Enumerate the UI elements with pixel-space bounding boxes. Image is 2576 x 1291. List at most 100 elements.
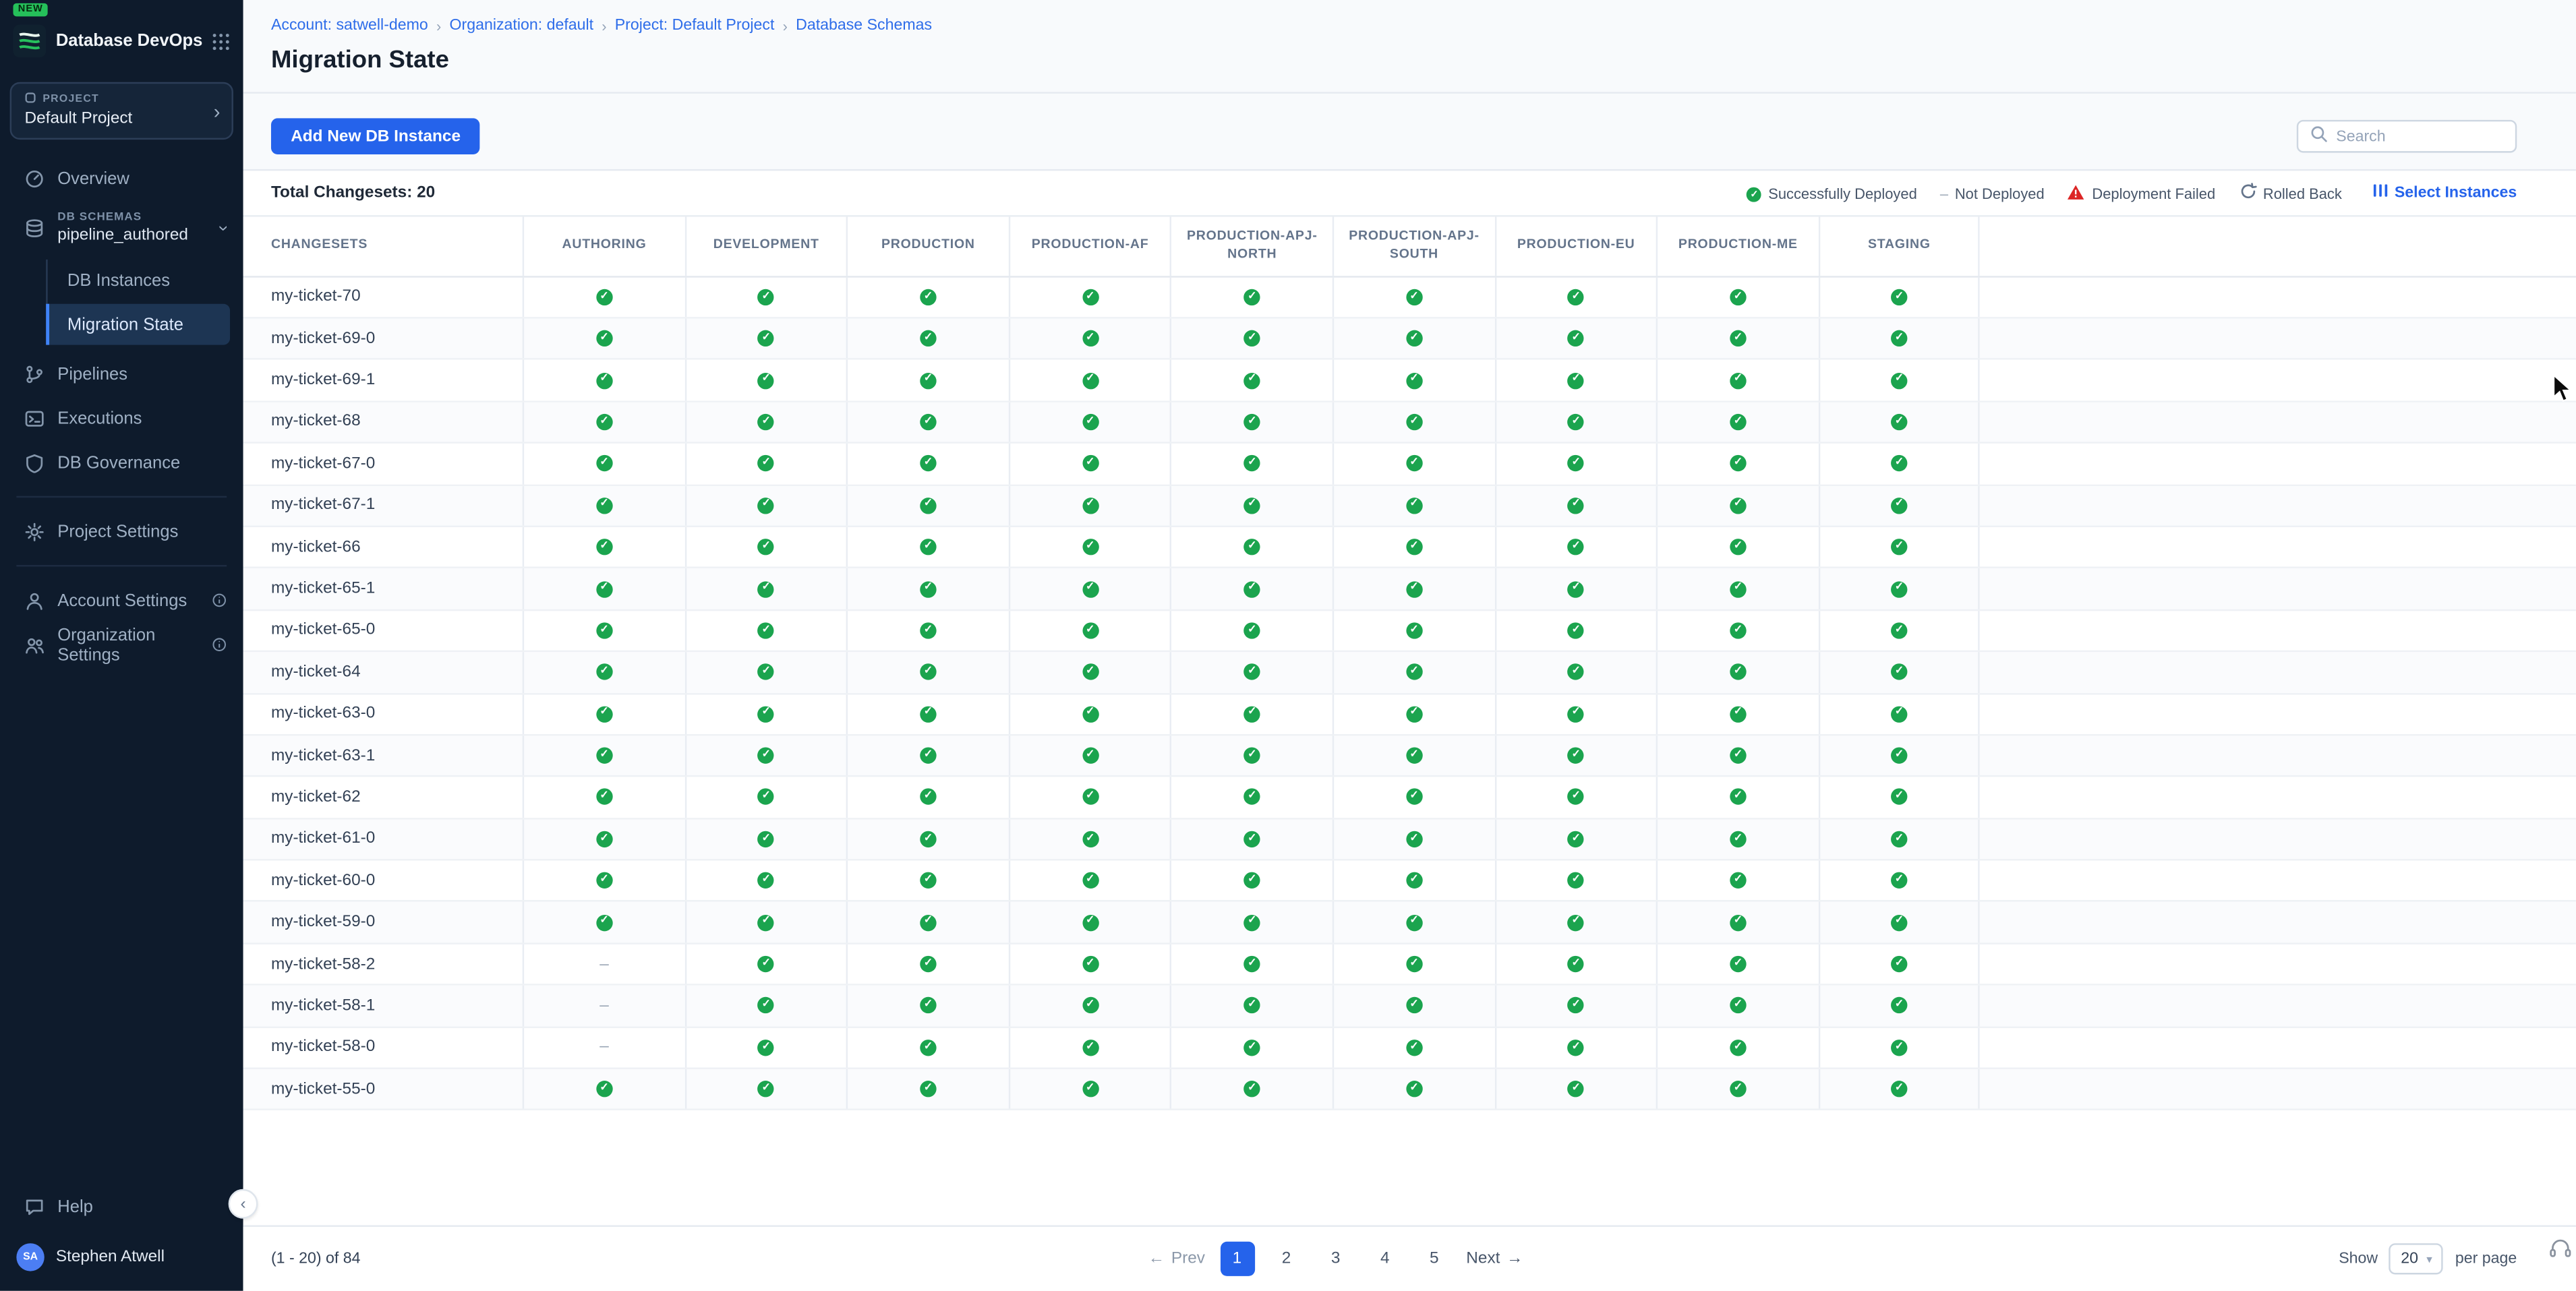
page-button-5[interactable]: 5 — [1417, 1242, 1451, 1276]
status-cell: ✓ — [1494, 569, 1656, 609]
sidebar-item-account-settings[interactable]: Account Settings — [0, 578, 243, 623]
deployed-check-icon: ✓ — [1891, 1040, 1907, 1056]
deployed-check-icon: ✓ — [596, 872, 612, 889]
table-body: my-ticket-70✓✓✓✓✓✓✓✓✓my-ticket-69-0✓✓✓✓✓… — [243, 277, 2576, 1111]
sidebar-item-pipelines[interactable]: Pipelines — [0, 351, 243, 396]
deployed-check-icon: ✓ — [1568, 414, 1584, 430]
sidebar-item-db-governance[interactable]: DB Governance — [0, 440, 243, 485]
status-cell: ✓ — [1656, 569, 1818, 609]
table-row: my-ticket-58-0–✓✓✓✓✓✓✓✓ — [243, 1027, 2576, 1069]
deployed-check-icon: ✓ — [1891, 872, 1907, 889]
database-icon — [23, 218, 45, 238]
status-cell: ✓ — [1333, 652, 1494, 692]
status-legend: ✓Successfully Deployed–Not DeployedDeplo… — [1747, 182, 2342, 204]
deployed-check-icon: ✓ — [1082, 580, 1098, 597]
prev-page-button[interactable]: ←Prev — [1148, 1250, 1205, 1268]
deployed-check-icon: ✓ — [1406, 789, 1422, 806]
page-button-4[interactable]: 4 — [1368, 1242, 1402, 1276]
status-cell: ✓ — [1170, 944, 1332, 984]
page-button-2[interactable]: 2 — [1269, 1242, 1304, 1276]
sidebar-item-project-settings[interactable]: Project Settings — [0, 509, 243, 553]
deployed-check-icon: ✓ — [1730, 956, 1746, 972]
deployed-check-icon: ✓ — [1891, 289, 1907, 305]
status-cell: ✓ — [684, 735, 846, 775]
page-button-1[interactable]: 1 — [1220, 1242, 1254, 1276]
help-button[interactable]: Help — [0, 1184, 243, 1229]
sidebar: NEW Database DevOps PROJECT Default Proj… — [0, 0, 243, 1291]
status-cell: ✓ — [684, 527, 846, 567]
deployed-check-icon: ✓ — [758, 1081, 774, 1098]
status-cell: ✓ — [846, 861, 1008, 901]
deployed-check-icon: ✓ — [920, 456, 936, 472]
page-size-select[interactable]: 20 ▾ — [2389, 1243, 2444, 1274]
db-schemas-subnav: DB Instances Migration State — [46, 260, 230, 345]
sidebar-item-organization-settings[interactable]: Organization Settings — [0, 622, 243, 667]
breadcrumb-link[interactable]: Project: Default Project — [615, 16, 775, 34]
breadcrumb: Account: satwell-demo›Organization: defa… — [271, 16, 2517, 34]
deployed-check-icon: ✓ — [1891, 831, 1907, 847]
status-cell: ✓ — [846, 402, 1008, 442]
next-page-button[interactable]: Next→ — [1466, 1250, 1523, 1268]
sidebar-header: NEW Database DevOps — [0, 0, 243, 67]
deployed-check-icon: ✓ — [1082, 456, 1098, 472]
breadcrumb-link[interactable]: Organization: default — [449, 16, 593, 34]
sidebar-nav: Overview DB SCHEMAS pipeline_authored › … — [0, 156, 243, 1184]
not-deployed-dash-icon: – — [599, 1038, 609, 1056]
deployed-check-icon: ✓ — [758, 914, 774, 930]
search-box[interactable] — [2297, 120, 2517, 153]
deployed-check-icon: ✓ — [1082, 831, 1098, 847]
support-headset-icon[interactable] — [2548, 1236, 2573, 1261]
status-cell: ✓ — [1170, 444, 1332, 483]
app-launcher-grid-icon[interactable] — [212, 32, 231, 51]
deployed-check-icon: ✓ — [920, 914, 936, 930]
sidebar-collapse-button[interactable]: ‹ — [229, 1189, 258, 1219]
status-cell: ✓ — [1656, 485, 1818, 525]
table-row: my-ticket-66✓✓✓✓✓✓✓✓✓ — [243, 527, 2576, 569]
status-cell: ✓ — [523, 569, 684, 609]
status-cell: ✓ — [1818, 569, 1980, 609]
select-instances-button[interactable]: Select Instances — [2372, 182, 2517, 204]
deployed-check-icon: ✓ — [758, 789, 774, 806]
table-row: my-ticket-64✓✓✓✓✓✓✓✓✓ — [243, 652, 2576, 694]
status-cell: ✓ — [1008, 485, 1170, 525]
status-cell: ✓ — [846, 444, 1008, 483]
table-row: my-ticket-59-0✓✓✓✓✓✓✓✓✓ — [243, 903, 2576, 944]
sidebar-item-db-instances[interactable]: DB Instances — [48, 260, 230, 301]
project-selector[interactable]: PROJECT Default Project › — [10, 82, 233, 140]
status-cell: ✓ — [1494, 319, 1656, 359]
sidebar-item-db-schemas[interactable]: DB SCHEMAS pipeline_authored › — [0, 200, 243, 256]
table-header-row: CHANGESETSAUTHORINGDEVELOPMENTPRODUCTION… — [243, 217, 2576, 277]
breadcrumb-link[interactable]: Database Schemas — [796, 16, 932, 34]
status-cell: ✓ — [1333, 861, 1494, 901]
new-badge: NEW — [13, 3, 48, 16]
deployed-check-icon: ✓ — [920, 956, 936, 972]
user-menu[interactable]: SA Stephen Atwell — [0, 1228, 243, 1281]
deployed-check-icon: ✓ — [596, 414, 612, 430]
deployed-check-icon: ✓ — [1244, 664, 1260, 680]
status-cell: ✓ — [1333, 444, 1494, 483]
deployed-check-icon: ✓ — [1082, 414, 1098, 430]
add-db-instance-button[interactable]: Add New DB Instance — [271, 118, 480, 154]
legend-item: –Not Deployed — [1940, 185, 2045, 201]
status-cell: ✓ — [684, 611, 846, 651]
changeset-name: my-ticket-69-1 — [243, 360, 523, 400]
sidebar-item-overview[interactable]: Overview — [0, 156, 243, 200]
breadcrumb-link[interactable]: Account: satwell-demo — [271, 16, 428, 34]
deployed-check-icon: ✓ — [1244, 1081, 1260, 1098]
deployed-check-icon: ✓ — [1082, 789, 1098, 806]
legend-label: Not Deployed — [1955, 185, 2045, 201]
status-cell: ✓ — [1656, 777, 1818, 817]
deployed-check-icon: ✓ — [1406, 956, 1422, 972]
status-cell: ✓ — [523, 485, 684, 525]
sidebar-item-executions[interactable]: Executions — [0, 396, 243, 440]
deployed-check-icon: ✓ — [920, 1081, 936, 1098]
page-button-3[interactable]: 3 — [1318, 1242, 1353, 1276]
search-input[interactable] — [2336, 127, 2503, 146]
deployed-check-icon: ✓ — [1568, 748, 1584, 764]
legend-label: Deployment Failed — [2092, 185, 2215, 201]
deployed-check-icon: ✓ — [1244, 1040, 1260, 1056]
column-header: PRODUCTION-APJ-NORTH — [1170, 217, 1332, 276]
sidebar-item-migration-state[interactable]: Migration State — [48, 304, 230, 345]
deployed-check-icon: ✓ — [1082, 1081, 1098, 1098]
deployed-check-icon: ✓ — [1082, 539, 1098, 555]
